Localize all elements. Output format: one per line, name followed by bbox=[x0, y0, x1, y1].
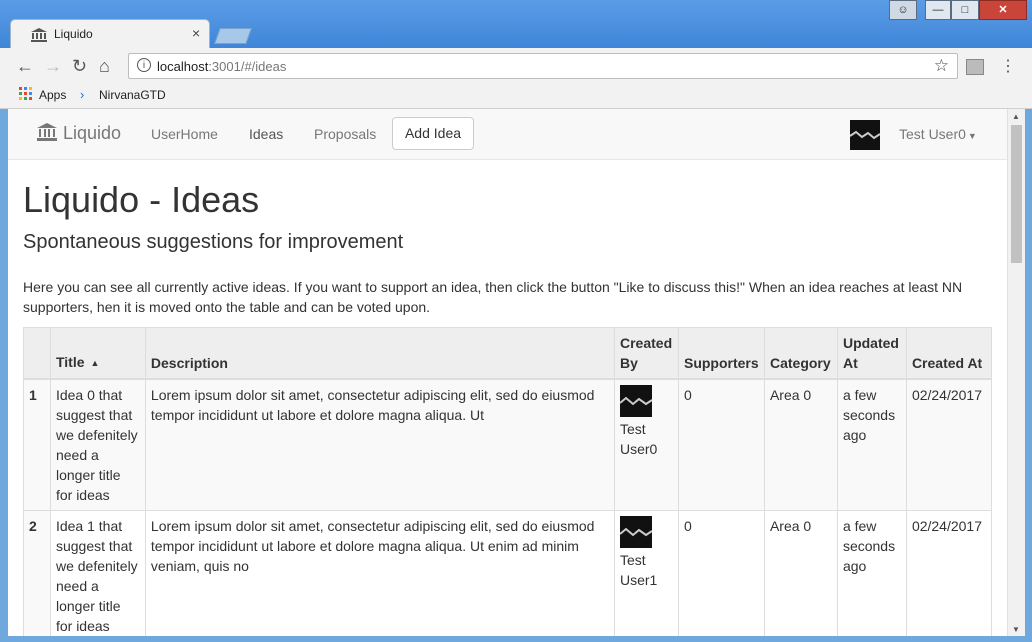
nav-userhome[interactable]: UserHome bbox=[151, 126, 218, 142]
chevron-right-icon: › bbox=[80, 87, 85, 102]
intro-text: Here you can see all currently active id… bbox=[23, 279, 963, 315]
window-frame-left bbox=[0, 109, 8, 642]
idea-description: Lorem ipsum dolor sit amet, consectetur … bbox=[144, 510, 616, 636]
maximize-icon: □ bbox=[961, 4, 969, 16]
tab-close-icon[interactable]: × bbox=[192, 25, 200, 41]
tab-title: Liquido bbox=[54, 27, 93, 41]
app-navbar: Liquido UserHome Ideas Proposals Add Ide… bbox=[8, 109, 1007, 160]
bank-icon bbox=[31, 28, 47, 42]
header-created-by[interactable]: Created By bbox=[614, 327, 679, 380]
header-supporters[interactable]: Supporters bbox=[677, 327, 765, 380]
header-rownum bbox=[23, 327, 51, 380]
page-title: Liquido - Ideas bbox=[23, 179, 260, 220]
close-window-button[interactable]: ✕ bbox=[979, 0, 1027, 20]
bookmark-nirvanagtd[interactable]: NirvanaGTD bbox=[99, 88, 166, 102]
idea-category: Area 0 bbox=[763, 510, 838, 636]
row-number: 1 bbox=[23, 378, 51, 511]
idea-updated-at: a few seconds ago bbox=[836, 378, 907, 511]
more-menu-icon[interactable]: ⋮ bbox=[1000, 56, 1016, 76]
header-description[interactable]: Description bbox=[144, 327, 616, 380]
user-icon: ☺ bbox=[897, 4, 909, 16]
idea-supporters: 0 bbox=[677, 378, 765, 511]
table-row[interactable]: 2 Idea 1 that suggest that we defenitely… bbox=[23, 510, 993, 636]
idea-title: Idea 1 that suggest that we defenitely n… bbox=[49, 510, 146, 636]
window-frame-bottom bbox=[0, 636, 1032, 642]
window-frame-right bbox=[1024, 109, 1032, 642]
avatar-image bbox=[619, 527, 653, 537]
home-icon[interactable]: ⌂ bbox=[99, 56, 110, 77]
tab-strip: Liquido × ☺ — □ ✕ bbox=[0, 0, 1032, 49]
creator-name: Test User0 bbox=[620, 421, 658, 457]
idea-created-at: 02/24/2017 bbox=[905, 510, 993, 636]
address-bar[interactable]: i localhost:3001/#/ideas ☆ bbox=[128, 53, 958, 79]
avatar bbox=[619, 385, 653, 417]
header-category[interactable]: Category bbox=[763, 327, 838, 380]
sort-ascending-icon: ▲ bbox=[90, 358, 100, 368]
minimize-button[interactable]: — bbox=[925, 0, 951, 20]
brand-label: Liquido bbox=[63, 123, 122, 143]
forward-arrow-icon[interactable]: → bbox=[44, 56, 62, 77]
header-title-label: Title bbox=[55, 354, 85, 370]
url-host: localhost bbox=[157, 59, 209, 74]
minimize-icon: — bbox=[932, 4, 944, 16]
back-arrow-icon[interactable]: ← bbox=[16, 56, 34, 77]
bookmarks-bar: Apps › NirvanaGTD bbox=[0, 84, 1032, 109]
creator-name: Test User1 bbox=[620, 552, 658, 588]
browser-window: Liquido × ☺ — □ ✕ ← → ↻ ⌂ i localhost:30… bbox=[0, 0, 1032, 642]
page-subtitle: Spontaneous suggestions for improvement bbox=[23, 231, 404, 253]
avatar bbox=[619, 516, 653, 548]
idea-description: Lorem ipsum dolor sit amet, consectetur … bbox=[144, 378, 616, 511]
scroll-up-icon[interactable]: ▲ bbox=[1012, 112, 1020, 121]
bookmark-apps[interactable]: Apps bbox=[39, 88, 66, 102]
bookmark-star-icon[interactable]: ☆ bbox=[934, 56, 949, 76]
avatar bbox=[849, 120, 881, 150]
ideas-table: Title ▲ Description Created By Supporters… bbox=[23, 327, 993, 636]
maximize-button[interactable]: □ bbox=[951, 0, 979, 20]
browser-tab[interactable]: Liquido × bbox=[10, 19, 210, 49]
idea-creator: Test User0 bbox=[614, 378, 679, 511]
table-header-row: Title ▲ Description Created By Supporters… bbox=[23, 327, 993, 380]
profile-button[interactable]: ☺ bbox=[889, 0, 917, 20]
bank-icon bbox=[37, 123, 57, 141]
table-row[interactable]: 1 Idea 0 that suggest that we defenitely… bbox=[23, 378, 993, 511]
close-icon: ✕ bbox=[998, 4, 1008, 16]
idea-title: Idea 0 that suggest that we defenitely n… bbox=[49, 378, 146, 511]
header-created-at[interactable]: Created At bbox=[905, 327, 993, 380]
user-menu[interactable]: Test User0 ▼ bbox=[899, 126, 977, 142]
nav-ideas[interactable]: Ideas bbox=[249, 126, 283, 142]
idea-supporters: 0 bbox=[677, 510, 765, 636]
idea-category: Area 0 bbox=[763, 378, 838, 511]
caret-down-icon: ▼ bbox=[967, 131, 977, 141]
brand-link[interactable]: Liquido bbox=[37, 123, 121, 144]
page-viewport: Liquido UserHome Ideas Proposals Add Ide… bbox=[8, 109, 1007, 636]
info-icon[interactable]: i bbox=[137, 58, 151, 72]
url-text[interactable]: localhost:3001/#/ideas bbox=[157, 59, 286, 74]
user-name: Test User0 bbox=[899, 126, 966, 142]
scrollbar-thumb[interactable] bbox=[1011, 125, 1022, 263]
row-number: 2 bbox=[23, 510, 51, 636]
header-updated-at[interactable]: Updated At bbox=[836, 327, 907, 380]
avatar-image bbox=[849, 130, 881, 140]
url-path: :3001/#/ideas bbox=[208, 59, 287, 74]
add-idea-button[interactable]: Add Idea bbox=[392, 117, 474, 150]
new-tab-button[interactable] bbox=[214, 28, 252, 44]
avatar-image bbox=[619, 396, 653, 406]
extension-icon[interactable] bbox=[966, 59, 984, 75]
idea-updated-at: a few seconds ago bbox=[836, 510, 907, 636]
scroll-down-icon[interactable]: ▼ bbox=[1012, 625, 1020, 634]
reload-icon[interactable]: ↻ bbox=[72, 56, 87, 77]
apps-grid-icon bbox=[19, 87, 33, 101]
nav-proposals[interactable]: Proposals bbox=[314, 126, 376, 142]
idea-creator: Test User1 bbox=[614, 510, 679, 636]
header-title[interactable]: Title ▲ bbox=[49, 327, 146, 380]
vertical-scrollbar[interactable]: ▲ ▼ bbox=[1007, 109, 1025, 636]
idea-created-at: 02/24/2017 bbox=[905, 378, 993, 511]
